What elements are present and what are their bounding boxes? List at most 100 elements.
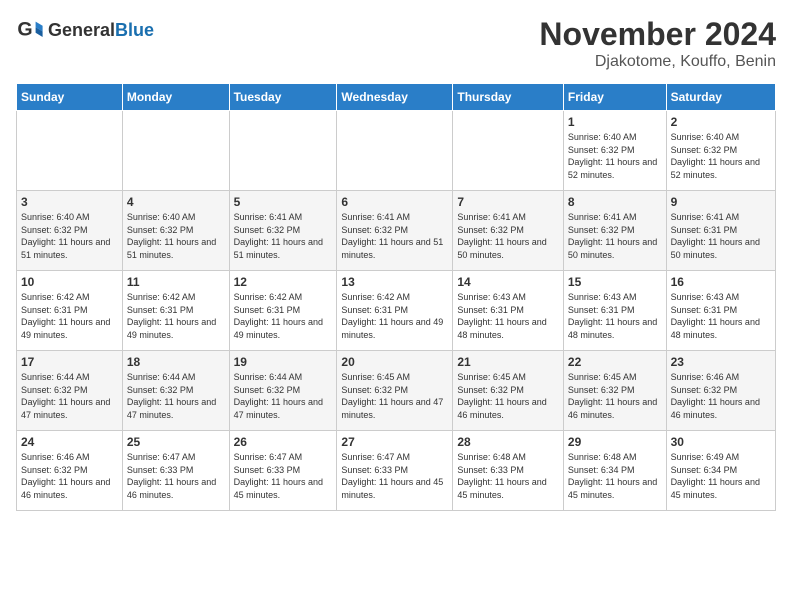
day-number: 14 [457, 275, 559, 289]
calendar-cell: 2 Sunrise: 6:40 AM Sunset: 6:32 PM Daylig… [666, 111, 775, 191]
day-info: Sunrise: 6:41 AM Sunset: 6:32 PM Dayligh… [341, 211, 448, 261]
calendar-cell [337, 111, 453, 191]
calendar-cell: 25Sunrise: 6:47 AM Sunset: 6:33 PM Dayli… [122, 431, 229, 511]
calendar-week-row: 17 Sunrise: 6:44 AM Sunset: 6:32 PM Dayli… [17, 351, 776, 431]
day-info: Sunrise: 6:46 AM Sunset: 6:32 PM Dayligh… [21, 451, 118, 501]
day-number: 25 [127, 435, 225, 449]
day-number: 3 [21, 195, 118, 209]
day-info: Sunrise: 6:41 AM Sunset: 6:32 PM Dayligh… [457, 211, 559, 261]
calendar-cell [122, 111, 229, 191]
day-info: Sunrise: 6:40 AM Sunset: 6:32 PM Dayligh… [127, 211, 225, 261]
header: G GeneralBlue November 2024 Djakotome, K… [16, 16, 776, 71]
calendar-week-row: 1 Sunrise: 6:40 AM Sunset: 6:32 PM Daylig… [17, 111, 776, 191]
calendar-week-row: 3 Sunrise: 6:40 AM Sunset: 6:32 PM Daylig… [17, 191, 776, 271]
calendar-cell: 24 Sunrise: 6:46 AM Sunset: 6:32 PM Dayli… [17, 431, 123, 511]
day-number: 4 [127, 195, 225, 209]
calendar-week-row: 10 Sunrise: 6:42 AM Sunset: 6:31 PM Dayli… [17, 271, 776, 351]
calendar-cell: 8 Sunrise: 6:41 AM Sunset: 6:32 PM Daylig… [563, 191, 666, 271]
calendar-cell: 20 Sunrise: 6:45 AM Sunset: 6:32 PM Dayli… [337, 351, 453, 431]
calendar-cell: 18Sunrise: 6:44 AM Sunset: 6:32 PM Dayli… [122, 351, 229, 431]
day-number: 13 [341, 275, 448, 289]
calendar-week-row: 24 Sunrise: 6:46 AM Sunset: 6:32 PM Dayli… [17, 431, 776, 511]
logo-blue-text: Blue [115, 20, 154, 40]
logo-general-text: General [48, 20, 115, 40]
calendar-cell: 23Sunrise: 6:46 AM Sunset: 6:32 PM Dayli… [666, 351, 775, 431]
day-info: Sunrise: 6:40 AM Sunset: 6:32 PM Dayligh… [671, 131, 771, 181]
calendar-cell: 22Sunrise: 6:45 AM Sunset: 6:32 PM Dayli… [563, 351, 666, 431]
day-number: 20 [341, 355, 448, 369]
calendar-cell: 6 Sunrise: 6:41 AM Sunset: 6:32 PM Daylig… [337, 191, 453, 271]
day-of-week-header: Thursday [453, 84, 564, 111]
calendar-cell: 26 Sunrise: 6:47 AM Sunset: 6:33 PM Dayli… [229, 431, 337, 511]
day-number: 8 [568, 195, 662, 209]
day-of-week-header: Friday [563, 84, 666, 111]
day-info: Sunrise: 6:43 AM Sunset: 6:31 PM Dayligh… [568, 291, 662, 341]
day-number: 29 [568, 435, 662, 449]
day-info: Sunrise: 6:41 AM Sunset: 6:32 PM Dayligh… [234, 211, 333, 261]
day-of-week-header: Monday [122, 84, 229, 111]
calendar-cell: 29 Sunrise: 6:48 AM Sunset: 6:34 PM Dayli… [563, 431, 666, 511]
calendar-cell: 19Sunrise: 6:44 AM Sunset: 6:32 PM Dayli… [229, 351, 337, 431]
day-number: 11 [127, 275, 225, 289]
day-info: Sunrise: 6:44 AM Sunset: 6:32 PM Dayligh… [21, 371, 118, 421]
day-number: 28 [457, 435, 559, 449]
day-info: Sunrise: 6:41 AM Sunset: 6:32 PM Dayligh… [568, 211, 662, 261]
day-number: 26 [234, 435, 333, 449]
day-info: Sunrise: 6:47 AM Sunset: 6:33 PM Dayligh… [341, 451, 448, 501]
logo: G GeneralBlue [16, 16, 154, 44]
day-number: 9 [671, 195, 771, 209]
calendar-cell: 16Sunrise: 6:43 AM Sunset: 6:31 PM Dayli… [666, 271, 775, 351]
calendar-cell: 3 Sunrise: 6:40 AM Sunset: 6:32 PM Daylig… [17, 191, 123, 271]
calendar-cell: 15 Sunrise: 6:43 AM Sunset: 6:31 PM Dayli… [563, 271, 666, 351]
day-number: 5 [234, 195, 333, 209]
day-of-week-header: Sunday [17, 84, 123, 111]
calendar-cell: 5 Sunrise: 6:41 AM Sunset: 6:32 PM Daylig… [229, 191, 337, 271]
day-info: Sunrise: 6:40 AM Sunset: 6:32 PM Dayligh… [21, 211, 118, 261]
day-number: 2 [671, 115, 771, 129]
day-number: 15 [568, 275, 662, 289]
day-info: Sunrise: 6:45 AM Sunset: 6:32 PM Dayligh… [457, 371, 559, 421]
calendar-cell [229, 111, 337, 191]
calendar-body: 1 Sunrise: 6:40 AM Sunset: 6:32 PM Daylig… [17, 111, 776, 511]
day-of-week-header: Saturday [666, 84, 775, 111]
day-number: 10 [21, 275, 118, 289]
day-info: Sunrise: 6:47 AM Sunset: 6:33 PM Dayligh… [234, 451, 333, 501]
day-info: Sunrise: 6:48 AM Sunset: 6:33 PM Dayligh… [457, 451, 559, 501]
day-info: Sunrise: 6:45 AM Sunset: 6:32 PM Dayligh… [568, 371, 662, 421]
day-of-week-header: Wednesday [337, 84, 453, 111]
day-info: Sunrise: 6:45 AM Sunset: 6:32 PM Dayligh… [341, 371, 448, 421]
day-info: Sunrise: 6:49 AM Sunset: 6:34 PM Dayligh… [671, 451, 771, 501]
location-title: Djakotome, Kouffo, Benin [539, 53, 776, 71]
calendar-cell [17, 111, 123, 191]
day-info: Sunrise: 6:41 AM Sunset: 6:31 PM Dayligh… [671, 211, 771, 261]
day-info: Sunrise: 6:42 AM Sunset: 6:31 PM Dayligh… [341, 291, 448, 341]
day-number: 17 [21, 355, 118, 369]
calendar-cell: 11 Sunrise: 6:42 AM Sunset: 6:31 PM Dayli… [122, 271, 229, 351]
day-info: Sunrise: 6:48 AM Sunset: 6:34 PM Dayligh… [568, 451, 662, 501]
day-number: 27 [341, 435, 448, 449]
calendar-cell: 14 Sunrise: 6:43 AM Sunset: 6:31 PM Dayli… [453, 271, 564, 351]
day-number: 6 [341, 195, 448, 209]
day-number: 1 [568, 115, 662, 129]
calendar-cell: 1 Sunrise: 6:40 AM Sunset: 6:32 PM Daylig… [563, 111, 666, 191]
calendar-cell: 17 Sunrise: 6:44 AM Sunset: 6:32 PM Dayli… [17, 351, 123, 431]
title-area: November 2024 Djakotome, Kouffo, Benin [539, 16, 776, 71]
calendar-cell: 12 Sunrise: 6:42 AM Sunset: 6:31 PM Dayli… [229, 271, 337, 351]
day-info: Sunrise: 6:42 AM Sunset: 6:31 PM Dayligh… [234, 291, 333, 341]
day-number: 7 [457, 195, 559, 209]
day-number: 12 [234, 275, 333, 289]
day-info: Sunrise: 6:40 AM Sunset: 6:32 PM Dayligh… [568, 131, 662, 181]
calendar-cell: 7 Sunrise: 6:41 AM Sunset: 6:32 PM Daylig… [453, 191, 564, 271]
day-number: 21 [457, 355, 559, 369]
day-info: Sunrise: 6:44 AM Sunset: 6:32 PM Dayligh… [127, 371, 225, 421]
calendar-cell: 10Sunrise: 6:42 AM Sunset: 6:31 PM Dayli… [17, 271, 123, 351]
logo-icon: G [16, 16, 44, 44]
day-of-week-header: Tuesday [229, 84, 337, 111]
day-info: Sunrise: 6:43 AM Sunset: 6:31 PM Dayligh… [457, 291, 559, 341]
calendar-cell [453, 111, 564, 191]
day-info: Sunrise: 6:42 AM Sunset: 6:31 PM Dayligh… [127, 291, 225, 341]
calendar-cell: 9 Sunrise: 6:41 AM Sunset: 6:31 PM Daylig… [666, 191, 775, 271]
calendar-cell: 30Sunrise: 6:49 AM Sunset: 6:34 PM Dayli… [666, 431, 775, 511]
day-info: Sunrise: 6:46 AM Sunset: 6:32 PM Dayligh… [671, 371, 771, 421]
day-number: 24 [21, 435, 118, 449]
